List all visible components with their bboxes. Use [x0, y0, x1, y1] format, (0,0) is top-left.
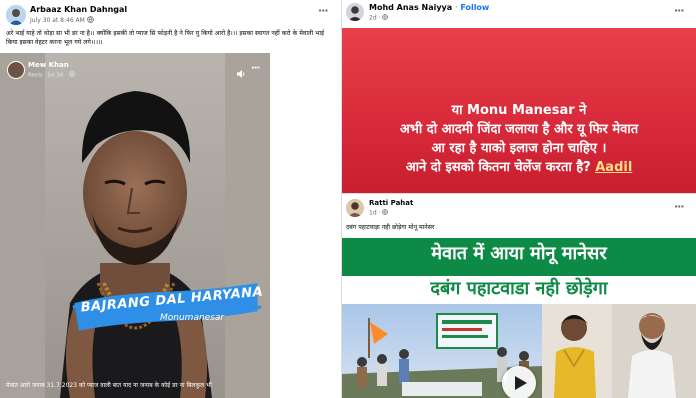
- post-timestamp[interactable]: July 30 at 8:46 AM: [30, 16, 94, 25]
- more-horizontal-icon[interactable]: ···: [674, 201, 685, 212]
- avatar[interactable]: [346, 3, 364, 21]
- speaker-icon[interactable]: [236, 64, 246, 78]
- play-icon[interactable]: [502, 366, 536, 398]
- more-horizontal-icon[interactable]: ···: [251, 64, 260, 74]
- follow-button[interactable]: Follow: [460, 3, 489, 12]
- globe-icon: [86, 16, 94, 25]
- reel-author-name[interactable]: Mew Khan: [28, 61, 69, 69]
- reel-author-avatar[interactable]: [7, 61, 25, 79]
- post-timestamp[interactable]: 1d ·: [369, 209, 389, 217]
- card-line-4-text: आने दो इसको कितना चेलेंज करता है?: [405, 160, 591, 175]
- separator-dot: ·: [454, 3, 458, 12]
- more-horizontal-icon[interactable]: ···: [674, 5, 685, 16]
- card-line-4: आने दो इसको कितना चेलेंज करता है? Aadil: [342, 160, 696, 176]
- shared-reel[interactable]: Mew Khan Reels · Jul 30 · ··· BAJRANG DA…: [0, 53, 270, 398]
- reel-caption: मेवात आरो जनाब 31.7.2023 को प्याज वाली ब…: [6, 382, 212, 389]
- card-line-2: अभी दो आदमी जिंदा जलाया है और यू फिर मेव…: [399, 122, 639, 137]
- author-name[interactable]: Ratti Pahat: [369, 199, 413, 207]
- post-ratti-pahat: Ratti Pahat 1d · ··· दबंग पहाटवाड़ा नही …: [342, 194, 696, 398]
- column-divider: [341, 0, 342, 398]
- avatar[interactable]: [6, 5, 26, 25]
- card-line-3: आ रहा है याको इलाज होना चाहिए ।: [431, 141, 607, 156]
- timestamp-text: July 30 at 8:46 AM: [30, 17, 85, 24]
- post-timestamp[interactable]: 2d ·: [369, 14, 389, 22]
- headline-line-2: दबंग पहाटवाडा नही छोड़ेगा: [342, 276, 696, 302]
- more-horizontal-icon[interactable]: ···: [318, 5, 329, 16]
- timestamp-text: 2d ·: [369, 14, 381, 22]
- author-line: Mohd Anas Naiyya · Follow: [369, 3, 489, 12]
- globe-icon: [68, 71, 75, 79]
- post-text: अरे भाई याहे तो थोड़ा सा भी डर ना है।। क…: [6, 30, 325, 46]
- banner-sub-text: Monumanesar: [160, 313, 225, 323]
- timestamp-text: 1d ·: [369, 209, 381, 217]
- reel-source: Reels · Jul 30 ·: [28, 71, 75, 79]
- reel-video-frame[interactable]: [0, 53, 270, 398]
- text-background-card: या Monu Manesar ने अभी दो आदमी जिंदा जला…: [342, 28, 696, 194]
- headline-line-1: मेवात में आया मोनू मानेसर: [431, 243, 607, 264]
- globe-icon: [382, 14, 389, 22]
- card-line-1: या Monu Manesar ने: [451, 103, 587, 118]
- author-name[interactable]: Arbaaz Khan Dahngal: [30, 5, 127, 14]
- author-name[interactable]: Mohd Anas Naiyya: [369, 3, 452, 12]
- post-text: दबंग पहाटवाड़ा नही छोड़ेगा मोनू मानेसर: [346, 224, 435, 231]
- row-divider: [342, 193, 696, 194]
- post-arbaaz: Arbaaz Khan Dahngal July 30 at 8:46 AM ·…: [0, 0, 342, 398]
- shared-image[interactable]: मेवात में आया मोनू मानेसर दबंग पहाटवाडा …: [342, 238, 696, 398]
- signature-link[interactable]: Aadil: [595, 160, 632, 175]
- globe-icon: [382, 209, 389, 217]
- post-mohd-anas: Mohd Anas Naiyya · Follow 2d · ··· या Mo…: [342, 0, 696, 194]
- reel-source-text: Reels · Jul 30 ·: [28, 72, 67, 79]
- avatar[interactable]: [346, 199, 364, 217]
